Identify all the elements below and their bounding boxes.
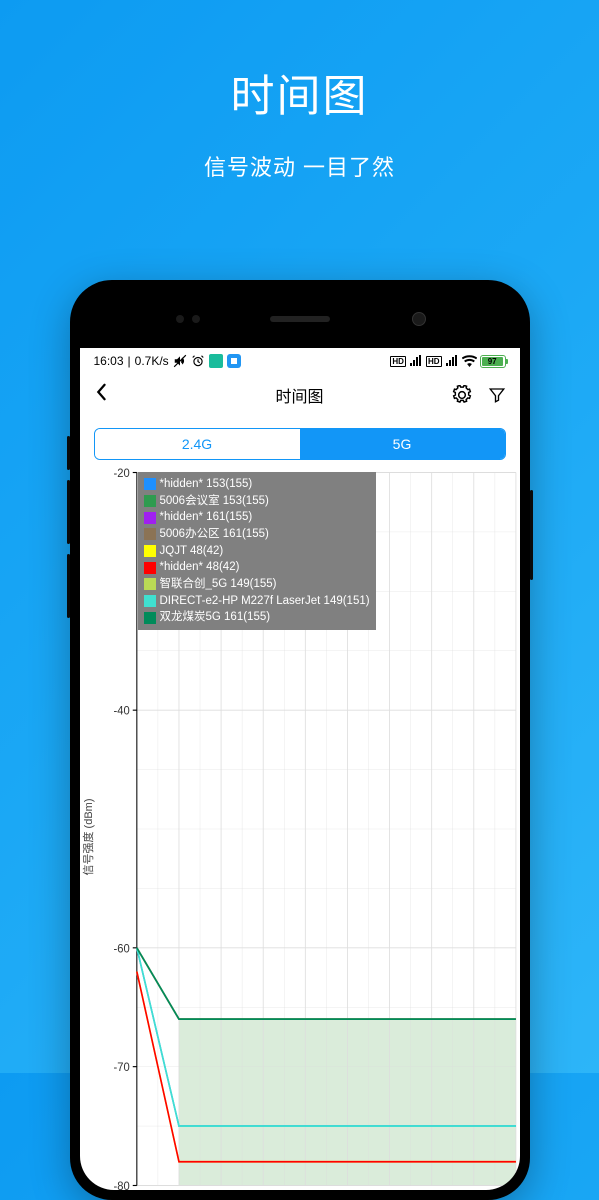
legend-item: 双龙煤炭5G 161(155) [144, 609, 370, 626]
legend-swatch [144, 595, 156, 607]
legend-label: *hidden* 153(155) [160, 476, 253, 493]
legend-item: *hidden* 48(42) [144, 559, 370, 576]
tab-24g[interactable]: 2.4G [95, 429, 300, 459]
legend-swatch [144, 612, 156, 624]
legend-swatch [144, 528, 156, 540]
mute-icon [173, 354, 187, 368]
legend-label: 双龙煤炭5G 161(155) [160, 609, 271, 626]
legend-label: DIRECT-e2-HP M227f LaserJet 149(151) [160, 593, 370, 610]
phone-side-button [67, 436, 70, 470]
phone-screen: 16:03 | 0.7K/s HD [80, 348, 520, 1190]
legend-swatch [144, 495, 156, 507]
tab-5g[interactable]: 5G [300, 429, 505, 459]
phone-volume-up [67, 480, 70, 544]
app-icon-blue [227, 354, 241, 368]
status-bar: 16:03 | 0.7K/s HD [80, 348, 520, 374]
signal-icon-2 [445, 355, 459, 367]
legend-item: 5006会议室 153(155) [144, 493, 370, 510]
status-divider: | [128, 354, 131, 368]
legend-swatch [144, 545, 156, 557]
hd-icon-2: HD [426, 356, 442, 367]
hero-title: 时间图 [0, 60, 599, 124]
hd-icon: HD [390, 356, 406, 367]
legend-label: 5006办公区 161(155) [160, 526, 269, 543]
svg-text:-70: -70 [113, 1060, 130, 1075]
status-time: 16:03 [94, 354, 124, 368]
y-axis-label: 信号强度 (dBm) [80, 799, 96, 876]
signal-icon-1 [409, 355, 423, 367]
page-title: 时间图 [275, 383, 323, 407]
back-button[interactable] [94, 383, 118, 407]
svg-text:-60: -60 [113, 941, 130, 956]
band-tabs: 2.4G 5G [94, 428, 506, 460]
phone-notch [80, 290, 520, 348]
filter-icon[interactable] [488, 386, 506, 404]
alarm-icon [191, 354, 205, 368]
legend-swatch [144, 578, 156, 590]
legend-swatch [144, 562, 156, 574]
phone-mockup-frame: 16:03 | 0.7K/s HD [70, 280, 530, 1200]
chart-container: 信号强度 (dBm) -20-40-60-70-80 *hidden* 153(… [92, 468, 520, 1190]
legend-label: 智联合创_5G 149(155) [160, 576, 277, 593]
legend-item: JQJT 48(42) [144, 543, 370, 560]
phone-inner: 16:03 | 0.7K/s HD [80, 290, 520, 1190]
legend-item: *hidden* 161(155) [144, 509, 370, 526]
status-speed: 0.7K/s [135, 354, 169, 368]
wifi-icon [462, 355, 477, 367]
legend-label: *hidden* 48(42) [160, 559, 240, 576]
legend-item: *hidden* 153(155) [144, 476, 370, 493]
legend-swatch [144, 512, 156, 524]
legend-item: DIRECT-e2-HP M227f LaserJet 149(151) [144, 593, 370, 610]
settings-icon[interactable] [452, 385, 472, 405]
svg-text:-80: -80 [113, 1178, 130, 1190]
app-header: 时间图 [80, 374, 520, 416]
hero-subtitle: 信号波动 一目了然 [0, 150, 599, 182]
legend-item: 5006办公区 161(155) [144, 526, 370, 543]
phone-volume-down [67, 554, 70, 618]
svg-text:-20: -20 [113, 468, 130, 480]
legend-swatch [144, 478, 156, 490]
legend-label: *hidden* 161(155) [160, 509, 253, 526]
battery-icon: 97 [480, 355, 506, 368]
phone-power-button [530, 490, 533, 580]
legend-item: 智联合创_5G 149(155) [144, 576, 370, 593]
chart-legend: *hidden* 153(155)5006会议室 153(155)*hidden… [138, 472, 376, 630]
svg-text:-40: -40 [113, 703, 130, 718]
legend-label: JQJT 48(42) [160, 543, 224, 560]
legend-label: 5006会议室 153(155) [160, 493, 269, 510]
battery-level: 97 [482, 357, 503, 366]
app-icon-green [209, 354, 223, 368]
